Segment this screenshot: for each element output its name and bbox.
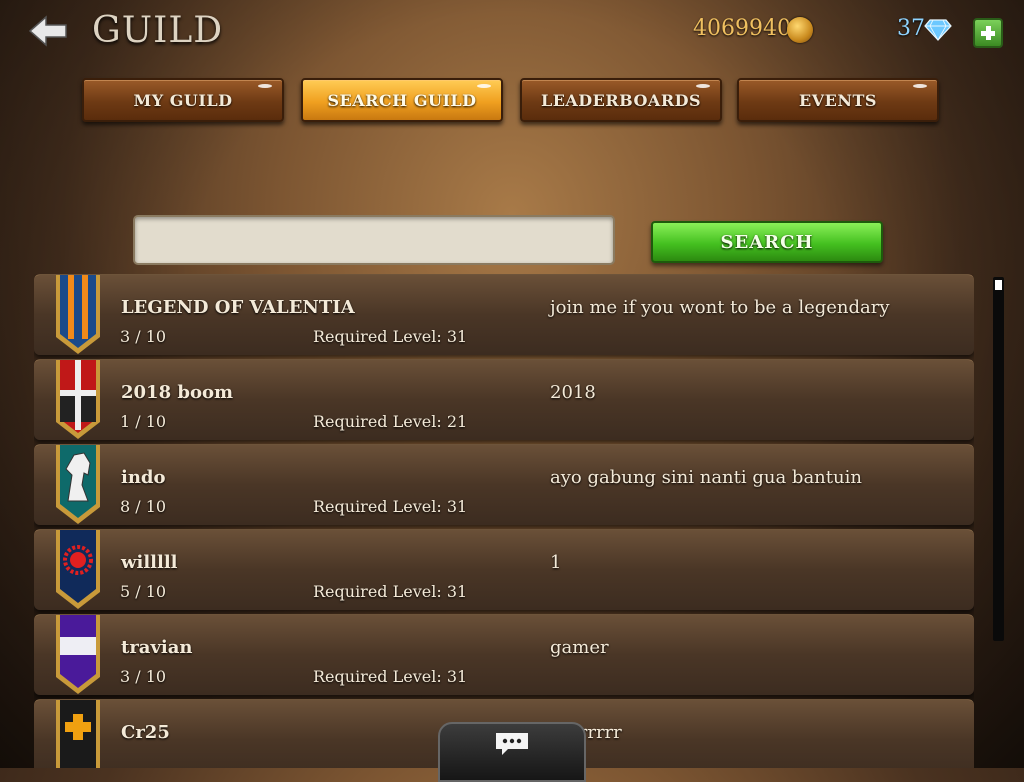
search-button[interactable]: SEARCH — [651, 221, 883, 263]
guild-name: travian — [121, 637, 193, 658]
guild-name: indo — [121, 467, 166, 488]
guild-name: Cr25 — [121, 722, 170, 743]
list-scrollbar[interactable] — [993, 277, 1004, 641]
guild-description: 2018 — [550, 382, 596, 403]
guild-row[interactable]: indo 8 / 10 Required Level: 31 ayo gabun… — [34, 444, 974, 525]
tab-my-guild[interactable]: MY GUILD — [82, 78, 284, 122]
tab-label: LEADERBOARDS — [540, 90, 702, 110]
guild-name: LEGEND OF VALENTIA — [121, 297, 355, 318]
tab-search-guild[interactable]: SEARCH GUILD — [301, 78, 503, 122]
gem-amount: 37 — [897, 16, 925, 41]
guild-member-count: 3 / 10 — [120, 327, 167, 346]
tab-label: SEARCH GUILD — [327, 90, 477, 110]
guild-required-level: Required Level: 31 — [313, 497, 468, 516]
shine-decoration — [913, 84, 927, 88]
white-horse-banner-icon — [56, 445, 100, 524]
guild-list[interactable]: LEGEND OF VALENTIA 3 / 10 Required Level… — [34, 274, 974, 768]
purple-white-stripes-banner-icon — [56, 615, 100, 694]
gold-amount: 4069940 — [693, 16, 791, 41]
tab-leaderboards[interactable]: LEADERBOARDS — [520, 78, 722, 122]
guild-required-level: Required Level: 31 — [313, 327, 468, 346]
search-button-label: SEARCH — [720, 231, 814, 253]
shine-decoration — [477, 84, 491, 88]
red-cross-banner-icon — [56, 360, 100, 439]
guild-description: join me if you wont to be a legendary — [550, 297, 890, 318]
guild-row[interactable]: travian 3 / 10 Required Level: 31 gamer — [34, 614, 974, 695]
guild-member-count: 1 / 10 — [120, 412, 167, 431]
tab-label: EVENTS — [799, 90, 877, 110]
gold-coin-icon — [787, 17, 813, 43]
shine-decoration — [258, 84, 272, 88]
add-gems-button[interactable] — [973, 18, 1003, 48]
guild-name: 2018 boom — [121, 382, 234, 403]
guild-description: 1 — [550, 552, 562, 573]
guild-required-level: Required Level: 31 — [313, 667, 468, 686]
guild-search-input[interactable] — [133, 215, 615, 265]
guild-name: willlll — [121, 552, 178, 573]
guild-description: ayo gabung sini nanti gua bantuin — [550, 467, 862, 488]
tab-label: MY GUILD — [133, 90, 233, 110]
chat-bubble-icon — [496, 733, 528, 755]
guild-member-count: 3 / 10 — [120, 667, 167, 686]
scroll-thumb[interactable] — [995, 280, 1002, 290]
tab-events[interactable]: EVENTS — [737, 78, 939, 122]
guild-required-level: Required Level: 31 — [313, 582, 468, 601]
back-arrow-icon[interactable] — [28, 14, 68, 48]
guild-required-level: Required Level: 21 — [313, 412, 468, 431]
red-sun-banner-icon — [56, 530, 100, 609]
page-title: GUILD — [92, 10, 224, 51]
guild-description: gamer — [550, 637, 609, 658]
guild-row[interactable]: willlll 5 / 10 Required Level: 31 1 — [34, 529, 974, 610]
guild-member-count: 8 / 10 — [120, 497, 167, 516]
shine-decoration — [696, 84, 710, 88]
guild-row[interactable]: 2018 boom 1 / 10 Required Level: 21 2018 — [34, 359, 974, 440]
guild-row[interactable]: LEGEND OF VALENTIA 3 / 10 Required Level… — [34, 274, 974, 355]
diamond-icon — [924, 19, 952, 41]
guild-member-count: 5 / 10 — [120, 582, 167, 601]
blue-orange-stripes-banner-icon — [56, 275, 100, 354]
orange-cross-banner-icon — [56, 700, 100, 768]
